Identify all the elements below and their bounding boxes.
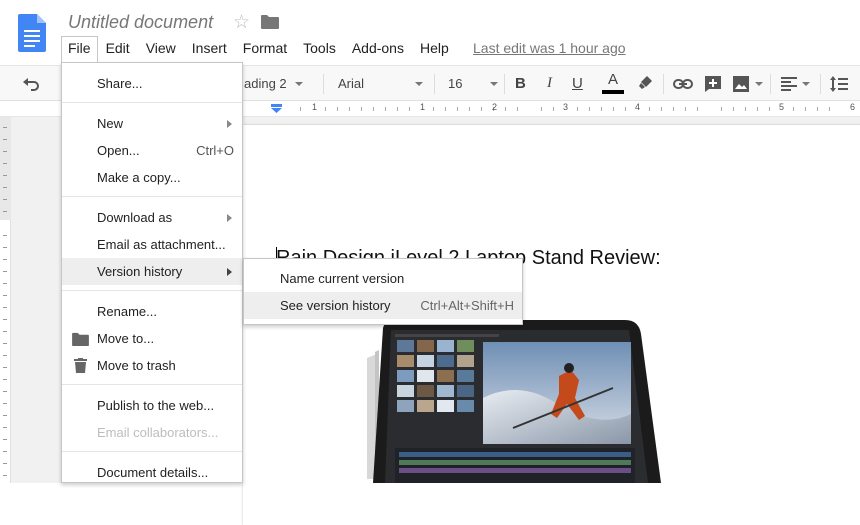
menu-tools[interactable]: Tools	[295, 36, 344, 60]
toolbar-divider	[323, 74, 324, 94]
ruler-number: 1	[312, 102, 318, 112]
ruler-number: 2	[492, 102, 498, 112]
paragraph-style-dropdown[interactable]: ading 2	[244, 66, 314, 101]
font-value: Arial	[338, 76, 365, 91]
menu-insert[interactable]: Insert	[184, 36, 235, 60]
font-size-dropdown[interactable]: 16	[448, 66, 498, 101]
add-comment-icon[interactable]	[704, 75, 722, 93]
ruler-number: 6	[850, 102, 856, 112]
font-dropdown[interactable]: Arial	[338, 66, 423, 101]
laptop-image[interactable]	[363, 318, 663, 483]
ruler-number: 4	[635, 102, 641, 112]
version-history-submenu: Name current version See version history…	[243, 258, 523, 325]
menu-edit[interactable]: Edit	[98, 36, 138, 60]
menu-item-version-history[interactable]: Version history	[62, 258, 242, 285]
star-icon[interactable]: ☆	[233, 11, 250, 34]
submenu-arrow-icon	[227, 119, 232, 128]
italic-button[interactable]: I	[547, 66, 552, 101]
menu-item-document-details[interactable]: Document details...	[62, 459, 242, 486]
submenu-arrow-icon	[227, 213, 232, 222]
toolbar-divider	[504, 74, 505, 94]
link-icon[interactable]	[673, 76, 693, 92]
menu-item-publish-web[interactable]: Publish to the web...	[62, 392, 242, 419]
line-spacing-icon[interactable]	[830, 75, 848, 93]
align-left-icon	[781, 76, 797, 91]
text-color-swatch	[602, 90, 624, 94]
submenu-arrow-icon	[227, 267, 232, 276]
menu-item-download-as[interactable]: Download as	[62, 204, 242, 231]
vertical-ruler[interactable]	[0, 117, 11, 483]
insert-image-button[interactable]	[732, 66, 763, 101]
menu-addons[interactable]: Add-ons	[344, 36, 412, 60]
trash-icon	[74, 358, 87, 373]
highlighter-icon[interactable]	[638, 74, 654, 92]
menu-item-see-version-history[interactable]: See version history Ctrl+Alt+Shift+H	[244, 292, 522, 319]
docs-logo-icon[interactable]	[18, 14, 46, 52]
menu-item-share[interactable]: Share...	[62, 70, 242, 97]
menu-item-rename[interactable]: Rename...	[62, 298, 242, 325]
ruler-number: 3	[563, 102, 569, 112]
undo-icon[interactable]	[22, 75, 40, 93]
menu-item-new[interactable]: New	[62, 110, 242, 137]
menu-item-email-attachment[interactable]: Email as attachment...	[62, 231, 242, 258]
menu-help[interactable]: Help	[412, 36, 457, 60]
chevron-down-icon	[415, 81, 423, 86]
menu-item-email-collaborators: Email collaborators...	[97, 425, 219, 440]
folder-icon	[72, 332, 89, 346]
document-title[interactable]: Untitled document	[68, 12, 213, 33]
text-color-button[interactable]: A	[602, 66, 624, 101]
last-edit-link[interactable]: Last edit was 1 hour ago	[473, 40, 626, 56]
menu-item-make-copy[interactable]: Make a copy...	[62, 164, 242, 191]
menu-item-move-to[interactable]: Move to...	[62, 325, 242, 352]
text-color-glyph: A	[607, 71, 618, 88]
toolbar-divider	[663, 74, 664, 94]
menu-view[interactable]: View	[138, 36, 184, 60]
image-icon	[733, 75, 749, 92]
toolbar-divider	[820, 74, 821, 94]
chevron-down-icon	[802, 81, 810, 86]
file-menu: Share... New Open... Ctrl+O Make a copy..…	[61, 62, 243, 483]
underline-button[interactable]: U	[572, 66, 583, 101]
menu-bar: File Edit View Insert Format Tools Add-o…	[61, 36, 457, 62]
ruler-number: 5	[779, 102, 785, 112]
menu-format[interactable]: Format	[235, 36, 295, 60]
menu-item-move-to-trash[interactable]: Move to trash	[62, 352, 242, 379]
paragraph-style-value: ading 2	[244, 76, 287, 91]
chevron-down-icon	[755, 81, 763, 86]
chevron-down-icon	[294, 81, 303, 86]
indent-marker-icon[interactable]	[271, 104, 282, 114]
toolbar-divider	[434, 74, 435, 94]
ruler-number: 1	[420, 102, 426, 112]
toolbar-divider	[770, 74, 771, 94]
align-dropdown[interactable]	[781, 66, 810, 101]
font-size-value: 16	[448, 76, 463, 91]
bold-button[interactable]: B	[515, 66, 526, 101]
menu-item-name-current-version[interactable]: Name current version	[244, 265, 522, 292]
chevron-down-icon	[490, 81, 498, 86]
menu-file[interactable]: File	[61, 36, 98, 62]
menu-item-open[interactable]: Open... Ctrl+O	[62, 137, 242, 164]
folder-icon[interactable]	[261, 14, 279, 29]
